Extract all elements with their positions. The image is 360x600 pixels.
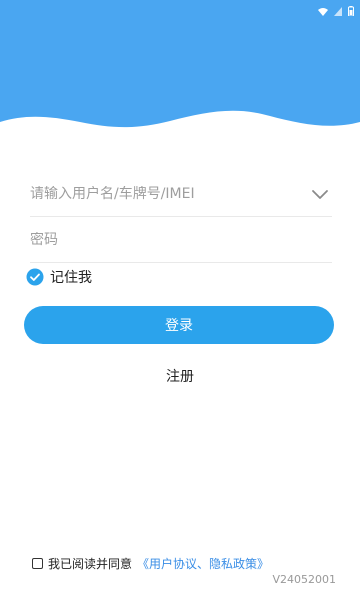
- header-wave-shape: [0, 0, 360, 128]
- register-link[interactable]: 注册: [0, 366, 360, 386]
- agreement-text: 我已阅读并同意: [48, 557, 133, 571]
- chevron-down-icon[interactable]: [310, 184, 330, 204]
- login-button[interactable]: 登录: [24, 306, 334, 344]
- username-input[interactable]: [30, 186, 290, 202]
- agreement-row: 我已阅读并同意 《用户协议、隐私政策》: [32, 555, 269, 572]
- agreement-checkbox[interactable]: [32, 558, 43, 569]
- username-field-row: [30, 172, 332, 217]
- agreement-link[interactable]: 《用户协议、隐私政策》: [137, 555, 269, 572]
- remember-me-label: 记住我: [50, 270, 92, 286]
- checked-circle-icon[interactable]: [26, 268, 44, 286]
- wifi-icon: [318, 1, 328, 20]
- password-input[interactable]: [30, 232, 290, 248]
- remember-me-toggle[interactable]: 记住我: [26, 267, 92, 287]
- status-bar: [0, 0, 360, 17]
- header-banner: [0, 0, 360, 140]
- signal-icon: [334, 1, 342, 20]
- version-label: V24052001: [272, 573, 336, 586]
- password-field-row: [30, 218, 332, 263]
- battery-icon: [348, 1, 354, 20]
